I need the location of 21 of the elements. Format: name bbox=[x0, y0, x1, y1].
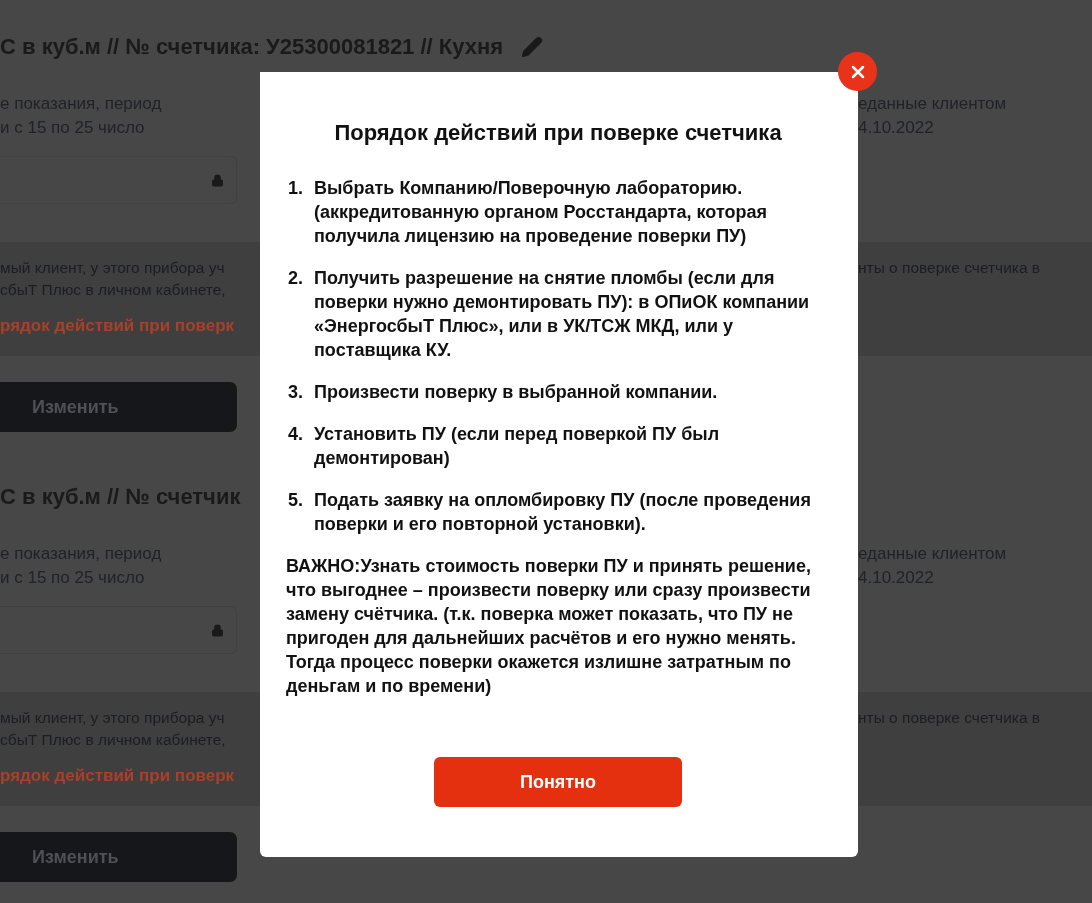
important-note: ВАЖНО:Узнать стоимость поверки ПУ и принять решение, что выгоднее – произвести поверку или сразу произвести замену счётчика. (т.к. поверка может показать, что ПУ не пригоден для дальнейших расчётов и его нужно менять. Тогда процесс поверки окажется излишне затратным по деньгам и по времени) bbox=[286, 555, 812, 698]
step-number: 5. bbox=[288, 489, 304, 512]
modal-title: Порядок действий при поверке счетчика bbox=[333, 120, 783, 146]
change-button[interactable]: Изменить bbox=[0, 382, 237, 432]
pencil-icon[interactable] bbox=[521, 36, 544, 58]
reading-field[interactable] bbox=[0, 606, 237, 654]
step-text: Произвести поверку в выбранной компании. bbox=[314, 381, 718, 404]
change-button[interactable]: Изменить bbox=[0, 832, 237, 882]
close-button[interactable] bbox=[838, 52, 877, 91]
reading-field[interactable] bbox=[0, 156, 237, 204]
step-text: Установить ПУ (если перед поверкой ПУ был демонтирован) bbox=[314, 423, 721, 470]
step-text: Подать заявку на опломбировку ПУ (после проведения поверки и его повторной установки). bbox=[314, 489, 812, 536]
procedure-link[interactable]: рядок действий при поверк bbox=[0, 316, 260, 336]
step-text: Получить разрешение на снятие пломбы (если для поверки нужно демонтировать ПУ): в ОПиОК компании «ЭнергосбыТ Плюс», или в УК/ТСЖ МКД, или у поставщика КУ. bbox=[314, 267, 811, 362]
step-text: Выбрать Компанию/Поверочную лабораторию. (аккредитованную органом Росстандарта, которая получила лицензию на проведение поверки ПУ) bbox=[314, 177, 768, 248]
step-number: 2. bbox=[288, 267, 304, 290]
understood-button[interactable]: Понятно bbox=[434, 757, 682, 807]
step-number: 3. bbox=[288, 381, 304, 404]
procedure-link[interactable]: рядок действий при поверк bbox=[0, 766, 260, 786]
step-number: 1. bbox=[288, 177, 304, 200]
step-number: 4. bbox=[288, 423, 304, 446]
